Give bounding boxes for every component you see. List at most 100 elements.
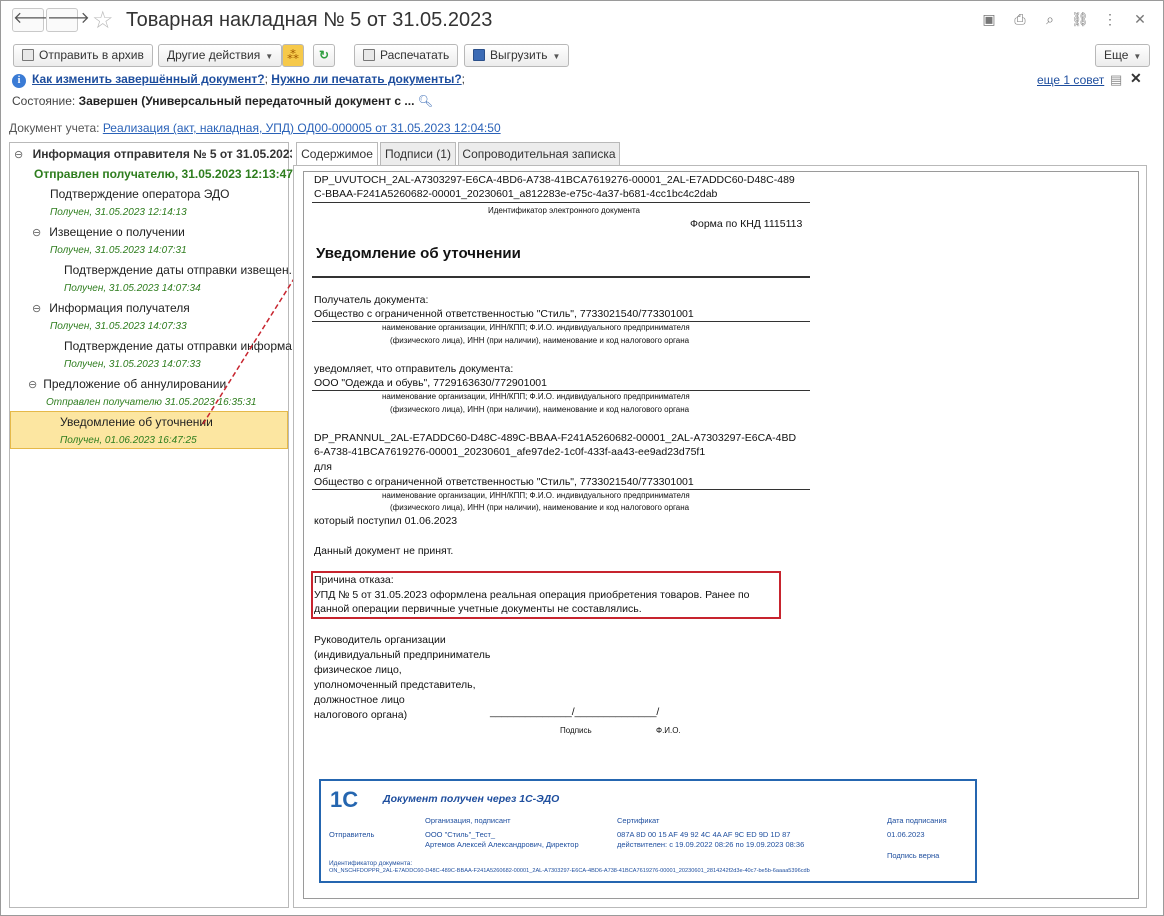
edo-stamp: 1С Документ получен через 1С-ЭДО Организ… bbox=[319, 779, 977, 883]
archive-label: Отправить в архив bbox=[39, 48, 144, 62]
tree-item-status-label: Получен, 31.05.2023 14:07:33 bbox=[64, 359, 201, 370]
doc-id-line-1: DP_UVUTOCH_2AL-A7303297-E6CA-4BD6-A738-4… bbox=[314, 174, 795, 186]
tree-item[interactable]: ⊖ Предложение об аннулировании bbox=[28, 377, 306, 391]
recipient-label: Получатель документа: bbox=[314, 294, 429, 306]
caption-line-1: наименование организации, ИНН/КПП; Ф.И.О… bbox=[382, 392, 690, 401]
message-tree: ⊖ Информация отправителя № 5 от 31.05.20… bbox=[9, 142, 302, 908]
link-icon[interactable]: ⛓ bbox=[1071, 10, 1089, 28]
export-label: Выгрузить bbox=[490, 48, 548, 62]
print-icon[interactable]: ⎙ bbox=[1011, 10, 1029, 28]
tree-item-label: Подтверждение даты отправки извещен... bbox=[64, 263, 299, 277]
doc-heading: Уведомление об уточнении bbox=[316, 245, 521, 262]
more-label: Еще bbox=[1104, 48, 1129, 62]
tree-root[interactable]: ⊖ Информация отправителя № 5 от 31.05.20… bbox=[14, 147, 292, 161]
recipient-value: Общество с ограниченной ответственностью… bbox=[314, 308, 694, 320]
tree-item-status-label: Получен, 31.05.2023 14:07:34 bbox=[64, 283, 201, 294]
signer-line: физическое лицо, bbox=[314, 664, 402, 676]
divider bbox=[312, 390, 810, 391]
other-actions-button[interactable]: Другие действия ▼ bbox=[158, 44, 283, 67]
tree-item-status-label: Получен, 31.05.2023 12:14:13 bbox=[50, 207, 187, 218]
tab-signatures[interactable]: Подписи (1) bbox=[380, 142, 456, 166]
hint-link-1[interactable]: Как изменить завершённый документ? bbox=[32, 72, 265, 86]
tree-item[interactable]: ⊖ Информация получателя bbox=[32, 301, 310, 315]
tree-item-status-label: Получен, 31.05.2023 14:07:31 bbox=[50, 245, 187, 256]
hint-bar: i Как изменить завершённый документ?; Нуж… bbox=[12, 72, 465, 88]
notify-label: уведомляет, что отправитель документа: bbox=[314, 363, 514, 375]
tree-item-status: Отправлен получателю 31.05.2023 16:35:31 bbox=[46, 397, 324, 408]
tree-item-label: Уведомление об уточнении bbox=[60, 415, 213, 429]
signer-line: (индивидуальный предприниматель bbox=[314, 649, 491, 661]
archive-icon bbox=[22, 49, 34, 61]
for-label: для bbox=[314, 461, 332, 473]
collapse-icon[interactable]: ⊖ bbox=[32, 303, 41, 315]
tree-item-label: Извещение о получении bbox=[49, 225, 185, 239]
edo-person: Артемов Алексей Александрович, Директор bbox=[425, 840, 579, 849]
collapse-icon[interactable]: ⊖ bbox=[14, 149, 23, 161]
caption-line-1: наименование организации, ИНН/КПП; Ф.И.О… bbox=[382, 491, 690, 500]
favorite-star-icon[interactable]: ☆ bbox=[92, 6, 114, 35]
export-button[interactable]: Выгрузить ▼ bbox=[464, 44, 570, 67]
other-actions-label: Другие действия bbox=[167, 48, 261, 62]
signature-caption: Подпись bbox=[560, 726, 592, 735]
tree-item-status: Получен, 31.05.2023 12:14:13 bbox=[50, 207, 328, 218]
menu-dots-icon[interactable]: ⋮ bbox=[1101, 10, 1119, 28]
structure-button[interactable]: ⁂ bbox=[282, 44, 304, 67]
close-icon[interactable]: ✕ bbox=[1131, 10, 1149, 28]
state-label: Состояние: bbox=[12, 94, 76, 108]
tab-content[interactable]: Содержимое bbox=[296, 142, 378, 166]
tree-item[interactable]: Подтверждение оператора ЭДО bbox=[50, 187, 328, 201]
back-button[interactable]: 🡐 bbox=[12, 8, 56, 32]
search-icon[interactable]: 🔍︎ bbox=[418, 94, 433, 108]
reason-line-1: УПД № 5 от 31.05.2023 оформлена реальная… bbox=[314, 589, 750, 601]
collapse-icon[interactable]: ⊖ bbox=[28, 379, 37, 391]
edo-col-org: Организация, подписант bbox=[425, 816, 511, 825]
archive-button[interactable]: Отправить в архив bbox=[13, 44, 153, 67]
more-button[interactable]: Еще ▼ bbox=[1095, 44, 1151, 67]
not-accepted-text: Данный документ не принят. bbox=[314, 545, 454, 557]
edo-sender: Отправитель bbox=[329, 830, 375, 839]
edo-date: 01.06.2023 bbox=[887, 830, 925, 839]
more-tips-link[interactable]: еще 1 совет bbox=[1037, 73, 1104, 87]
notes-icon[interactable]: ▤ bbox=[1110, 72, 1122, 88]
tree-item[interactable]: ⊖ Извещение о получении bbox=[32, 225, 310, 239]
signer-line: Руководитель организации bbox=[314, 634, 446, 646]
divider bbox=[312, 202, 810, 203]
tree-item-label: Подтверждение оператора ЭДО bbox=[50, 187, 230, 201]
state-row: Состояние: Завершен (Универсальный перед… bbox=[12, 94, 433, 108]
collapse-icon[interactable]: ⊖ bbox=[32, 227, 41, 239]
edo-title: Документ получен через 1С-ЭДО bbox=[383, 793, 560, 805]
chevron-down-icon: ▼ bbox=[552, 52, 561, 61]
tab-content-label: Содержимое bbox=[301, 147, 373, 161]
forward-button[interactable]: 🡒 bbox=[46, 8, 90, 32]
print-button[interactable]: Распечатать bbox=[354, 44, 459, 67]
edo-doc-id-label: Идентификатор документа: bbox=[329, 860, 413, 867]
info-icon: i bbox=[12, 74, 26, 88]
sender-value: ООО "Одежда и обувь", 7729163630/7729010… bbox=[314, 377, 547, 389]
tree-root-label: Информация отправителя № 5 от 31.05.2023 bbox=[32, 147, 292, 161]
fio-caption: Ф.И.О. bbox=[656, 726, 681, 735]
tree-item-label: Подтверждение даты отправки информа... bbox=[64, 339, 302, 353]
hint-link-2[interactable]: Нужно ли печатать документы? bbox=[271, 72, 461, 86]
tree-item-status: Получен, 31.05.2023 14:07:33 bbox=[50, 321, 328, 332]
tab-cover-note[interactable]: Сопроводительная записка bbox=[458, 142, 620, 166]
save-icon[interactable]: ▣ bbox=[980, 10, 998, 28]
printer-icon bbox=[363, 49, 375, 61]
account-document-link[interactable]: Реализация (акт, накладная, УПД) ОД00-00… bbox=[103, 121, 501, 135]
hint-separator: ; bbox=[461, 72, 466, 86]
hint-separator: ; bbox=[264, 72, 268, 86]
divider bbox=[312, 489, 810, 490]
divider bbox=[312, 321, 810, 322]
tree-item-status: Получен, 31.05.2023 14:07:31 bbox=[50, 245, 328, 256]
refresh-icon: ↻ bbox=[319, 48, 330, 62]
tab-signatures-label: Подписи (1) bbox=[385, 147, 451, 161]
close-hint-icon[interactable]: ✕ bbox=[1130, 70, 1142, 87]
edo-org: ООО "Стиль"_Тест_ bbox=[425, 830, 496, 839]
tree-item-status-label: Получен, 31.05.2023 14:07:33 bbox=[50, 321, 187, 332]
refresh-button[interactable]: ↻ bbox=[313, 44, 336, 67]
edo-cert: 087A 8D 00 15 AF 49 92 4C 4A AF 9C ED 9D… bbox=[617, 830, 791, 839]
reason-line-2: данной операции первичные учетные докуме… bbox=[314, 603, 642, 615]
preview-icon[interactable]: ⌕ bbox=[1041, 10, 1059, 28]
chevron-down-icon: ▼ bbox=[265, 52, 274, 61]
edo-verify: Подпись верна bbox=[887, 851, 940, 860]
edo-col-date: Дата подписания bbox=[887, 816, 947, 825]
